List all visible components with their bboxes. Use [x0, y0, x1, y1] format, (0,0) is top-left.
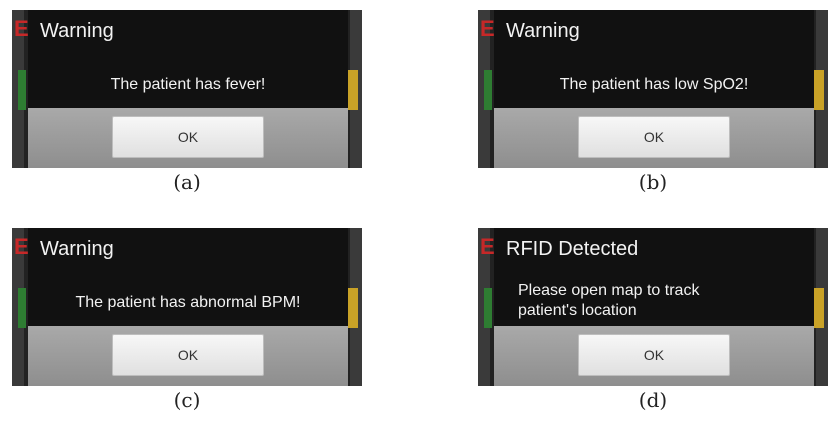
dialog-title: RFID Detected: [506, 238, 639, 260]
background-yellow-bar: [814, 70, 824, 110]
dialog-message-line-1: Please open map to track: [518, 282, 700, 299]
dialog-message: The patient has low SpO2!: [559, 76, 749, 93]
dialog-footer: OK: [494, 108, 814, 168]
alert-dialog: RFID Detected Please open map to track p…: [494, 228, 814, 386]
dialog-footer: OK: [494, 326, 814, 386]
dialog-message: The patient has fever!: [110, 76, 266, 93]
dialog-title: Warning: [40, 20, 114, 42]
background-green-bar: [18, 70, 26, 110]
alert-dialog: Warning The patient has low SpO2! OK: [494, 10, 814, 168]
background-red-mark: E: [14, 234, 29, 259]
panel-c: E Warning The patient has abnormal BPM! …: [12, 228, 362, 428]
caption-d: (d): [638, 388, 668, 412]
ok-button[interactable]: OK: [578, 334, 730, 376]
screenshot-d: E RFID Detected Please open map to track…: [478, 228, 828, 386]
background-green-bar: [484, 288, 492, 328]
background-yellow-bar: [348, 70, 358, 110]
background-red-mark: E: [14, 16, 29, 41]
screenshot-c: E Warning The patient has abnormal BPM! …: [12, 228, 362, 386]
panel-a: E Warning The patient has fever! OK (a): [12, 10, 362, 215]
background-red-mark: E: [480, 234, 495, 259]
ok-button[interactable]: OK: [112, 116, 264, 158]
background-green-bar: [484, 70, 492, 110]
dialog-footer: OK: [28, 326, 348, 386]
background-yellow-bar: [348, 288, 358, 328]
dialog-title: Warning: [40, 238, 114, 260]
alert-dialog: Warning The patient has abnormal BPM! OK: [28, 228, 348, 386]
dialog-footer: OK: [28, 108, 348, 168]
background-green-bar: [18, 288, 26, 328]
screenshot-a: E Warning The patient has fever! OK: [12, 10, 362, 168]
dialog-message: Please open map to track patient's locat…: [494, 276, 814, 326]
screenshot-b: E Warning The patient has low SpO2! OK: [478, 10, 828, 168]
dialog-title: Warning: [506, 20, 580, 42]
panel-d: E RFID Detected Please open map to track…: [478, 228, 828, 428]
caption-b: (b): [638, 170, 668, 194]
alert-dialog: Warning The patient has fever! OK: [28, 10, 348, 168]
ok-button[interactable]: OK: [112, 334, 264, 376]
ok-button[interactable]: OK: [578, 116, 730, 158]
background-red-mark: E: [480, 16, 495, 41]
panel-b: E Warning The patient has low SpO2! OK (…: [478, 10, 828, 215]
dialog-message: The patient has abnormal BPM!: [75, 294, 301, 311]
caption-a: (a): [173, 170, 201, 194]
background-yellow-bar: [814, 288, 824, 328]
dialog-message-line-2: patient's location: [518, 302, 637, 319]
caption-c: (c): [173, 388, 201, 412]
